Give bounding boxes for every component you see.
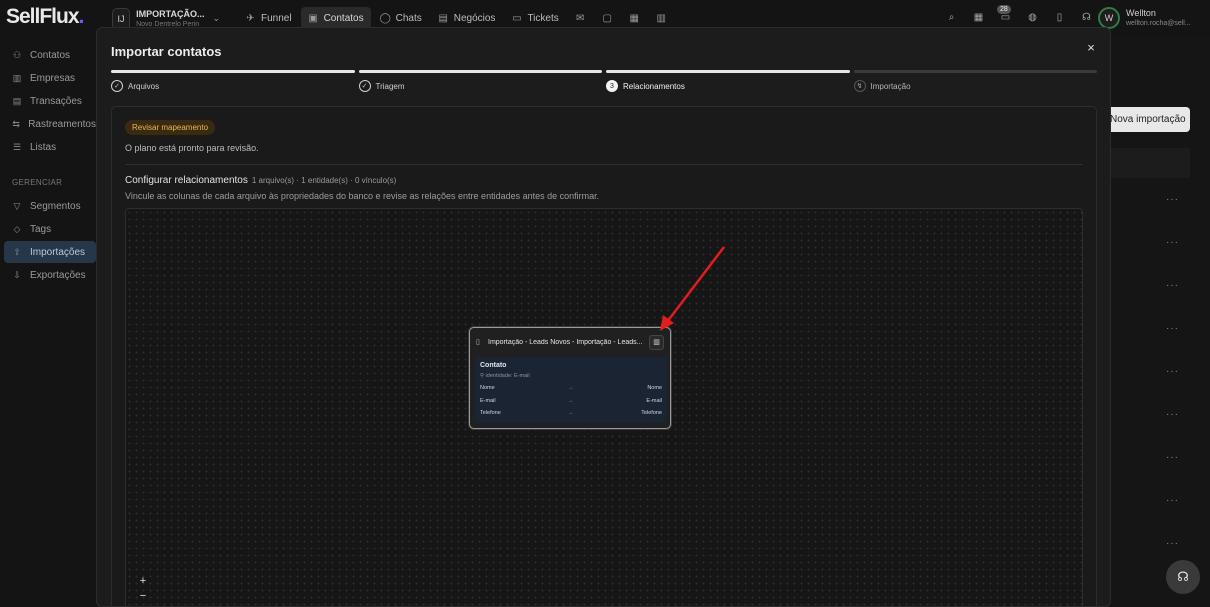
apps-icon[interactable]: ▦: [971, 10, 986, 25]
sidebar-item-transacoes[interactable]: ▤ Transações: [0, 90, 96, 112]
configure-meta: 1 arquivo(s) · 1 entidade(s) · 0 vínculo…: [251, 176, 397, 185]
avatar: W: [1098, 7, 1120, 29]
table-header: [1104, 148, 1190, 178]
nav-contatos[interactable]: ▣ Contatos: [300, 7, 371, 29]
step-progress-bar: [606, 70, 850, 73]
book-icon[interactable]: ▯: [1052, 10, 1067, 25]
sidebar-item-exportacoes[interactable]: ⇩ Exportações: [0, 264, 96, 286]
bolt-icon: ↯: [853, 80, 866, 92]
sidebar-item-listas[interactable]: ☰ Listas: [0, 136, 96, 158]
headset-icon[interactable]: ☊: [1079, 10, 1094, 25]
step-progress-bar: [853, 70, 1097, 73]
step-relacionamentos[interactable]: 3 Relacionamentos: [606, 70, 850, 92]
row-menu-icon[interactable]: ···: [1166, 366, 1179, 377]
zoom-in-button[interactable]: +: [136, 575, 150, 588]
node-file-title: Importação - Leads Novos - Importação - …: [488, 338, 643, 346]
contacts-icon: ▣: [308, 12, 318, 24]
mapping-row: E-mail → E-mail: [480, 398, 662, 404]
step-progress-bar: [111, 70, 355, 73]
sidebar-item-importacoes[interactable]: ⇧ Importações: [4, 241, 96, 263]
divider: [125, 164, 1083, 165]
main-nav: ✈ Funnel ▣ Contatos ◯ Chats ▤ Negócios ▭ Tick…: [238, 7, 674, 29]
mail-icon[interactable]: ✉: [568, 7, 593, 29]
new-import-button[interactable]: Nova importação: [1104, 107, 1190, 132]
sidebar-item-segmentos[interactable]: ▽ Segmentos: [0, 195, 96, 217]
nav-chats[interactable]: ◯ Chats: [373, 7, 429, 29]
row-menu-icon[interactable]: ···: [1166, 237, 1179, 248]
import-modal: Importar contatos × ✓ Arquivos ✓ Triagem 3…: [96, 27, 1111, 607]
workspace-name: IMPORTAÇÃO...: [136, 8, 205, 19]
modal-title: Importar contatos: [111, 44, 222, 59]
filter-icon: ▽: [13, 200, 21, 211]
file-icon: ▯: [476, 339, 480, 346]
sidebar-item-empresas[interactable]: ▥ Empresas: [0, 67, 96, 89]
row-menu-icon[interactable]: ···: [1166, 323, 1179, 334]
entity-name: Contato: [480, 362, 507, 369]
sidebar-section-title: GERENCIAR: [12, 178, 63, 187]
search-icon[interactable]: ⌕: [944, 10, 959, 25]
plan-status-text: O plano está pronto para revisão.: [125, 143, 259, 153]
nav-negocios[interactable]: ▤ Negócios: [431, 7, 503, 29]
columns-icon[interactable]: ▥: [649, 334, 664, 350]
node-header: ▯ Importação - Leads Novos - Importação …: [476, 334, 664, 350]
users-icon: ⚇: [12, 49, 22, 60]
row-menu-icon[interactable]: ···: [1166, 280, 1179, 291]
chart-icon[interactable]: ▥: [649, 7, 674, 29]
check-icon: ✓: [358, 80, 371, 92]
row-menu-icon[interactable]: ···: [1166, 495, 1179, 506]
step-importacao[interactable]: ↯ Importação: [853, 70, 1097, 92]
user-email: wellton.rocha@sell...: [1126, 20, 1191, 27]
download-icon: ⇩: [13, 269, 21, 280]
building-icon: ▥: [12, 72, 22, 83]
step-number: 3: [606, 80, 618, 92]
chat-icon: ◯: [379, 12, 391, 24]
ticket-icon: ▭: [512, 12, 522, 24]
transactions-icon: ▤: [12, 95, 22, 106]
sidebar-item-contatos[interactable]: ⚇ Contatos: [0, 44, 96, 66]
entity-identity: ⚲ identidade: E-mail: [480, 373, 530, 379]
file-node[interactable]: ▯ Importação - Leads Novos - Importação …: [469, 327, 671, 429]
step-arquivos[interactable]: ✓ Arquivos: [111, 70, 355, 92]
notification-badge: 28: [997, 5, 1011, 14]
row-menu-icon[interactable]: ···: [1166, 538, 1179, 549]
mapping-panel: Revisar mapeamento O plano está pronto p…: [111, 106, 1097, 606]
globe-icon[interactable]: ◍: [1025, 10, 1040, 25]
calendar-icon[interactable]: ▦: [622, 7, 647, 29]
check-icon: ✓: [111, 80, 123, 92]
row-menu-icon[interactable]: ···: [1166, 452, 1179, 463]
zoom-controls: + −: [136, 575, 150, 603]
mapping-row: Nome → Nome: [480, 385, 662, 391]
tag-icon: ◇: [13, 223, 21, 234]
tracking-icon: ⇆: [12, 118, 20, 129]
app-logo[interactable]: SellFlux.: [6, 5, 84, 29]
list-icon: ☰: [12, 141, 22, 152]
user-name: Wellton: [1126, 8, 1156, 18]
relationship-canvas[interactable]: ▯ Importação - Leads Novos - Importação …: [125, 208, 1083, 606]
row-menu-icon[interactable]: ···: [1166, 409, 1179, 420]
rocket-icon: ✈: [246, 12, 255, 24]
sidebar: ⚇ Contatos ▥ Empresas ▤ Transações ⇆ Rastrea…: [0, 36, 96, 607]
row-menu-icon[interactable]: ···: [1166, 194, 1179, 205]
step-triagem[interactable]: ✓ Triagem: [358, 70, 602, 92]
chevron-down-icon: ⌄: [212, 13, 220, 23]
zoom-out-button[interactable]: −: [136, 590, 150, 603]
sidebar-item-tags[interactable]: ◇ Tags: [0, 218, 96, 240]
step-progress-bar: [358, 70, 602, 73]
upload-icon: ⇧: [13, 246, 21, 257]
entity-card[interactable]: Contato ⚲ identidade: E-mail Nome → Nome E…: [475, 357, 667, 423]
support-headset-icon[interactable]: ☊: [1166, 560, 1200, 594]
nav-funnel[interactable]: ✈ Funnel: [238, 7, 299, 29]
user-menu[interactable]: W Wellton wellton.rocha@sell...: [1098, 7, 1191, 29]
sidebar-item-rastreamentos[interactable]: ⇆ Rastreamentos: [0, 113, 96, 135]
stepper: ✓ Arquivos ✓ Triagem 3 Relacionamentos ↯ Imp…: [111, 70, 1097, 92]
mapping-row: Telefone → Telefone: [480, 410, 662, 416]
status-badge: Revisar mapeamento: [125, 120, 216, 135]
close-icon[interactable]: ×: [1084, 41, 1098, 55]
configure-title: Configurar relacionamentos 1 arquivo(s) ·…: [125, 175, 397, 186]
message-icon[interactable]: ▢: [595, 7, 620, 29]
header-actions: ⌕ ▦ ▭ ◍ ▯ ☊: [944, 10, 1094, 25]
nav-tickets[interactable]: ▭ Tickets: [504, 7, 565, 29]
briefcase-icon: ▤: [438, 12, 448, 24]
configure-description: Vincule as colunas de cada arquivo às pr…: [125, 191, 600, 201]
